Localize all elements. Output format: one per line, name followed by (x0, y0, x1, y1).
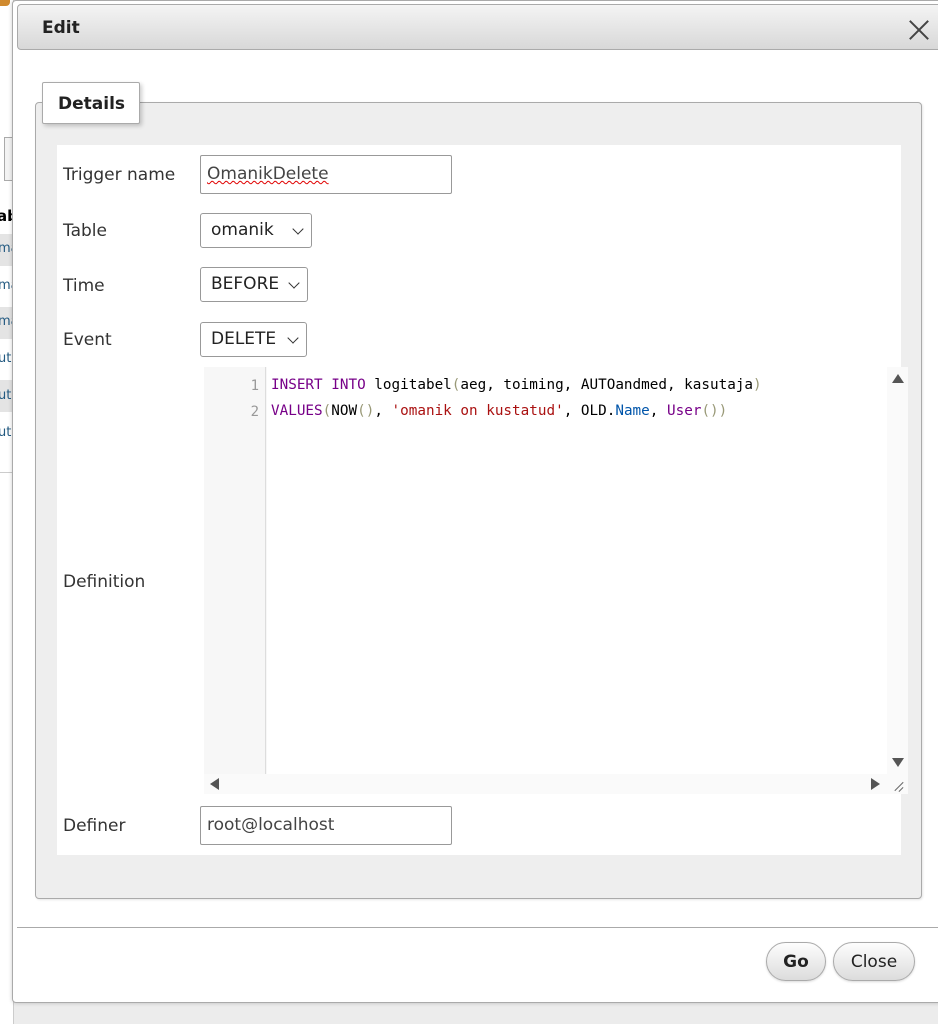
code-token: , (649, 403, 667, 419)
table-select-value: omanik (211, 220, 274, 240)
scroll-up-icon[interactable] (892, 374, 904, 383)
event-select[interactable]: DELETE (200, 322, 307, 357)
definer-label: Definer (63, 816, 126, 836)
trigger-name-value: OmanikDelete (207, 164, 329, 184)
event-label: Event (63, 330, 112, 350)
line-number: 1 (250, 378, 259, 394)
code-token: ( (322, 403, 332, 419)
code-token: ) (753, 377, 762, 393)
time-select-value: BEFORE (211, 274, 280, 294)
definition-label: Definition (63, 572, 146, 592)
background-corner (0, 0, 10, 6)
footer-divider (17, 927, 938, 928)
definition-code-editor[interactable]: 1 2 INSERT INTO logitabel ( aeg, toiming, … (204, 367, 908, 794)
code-token: , OLD. (563, 403, 616, 419)
code-token: User (667, 403, 702, 419)
code-token: logitabel (365, 377, 452, 393)
dialog-title: Edit (42, 18, 80, 38)
code-token: NOW (331, 403, 358, 419)
time-select[interactable]: BEFORE (200, 267, 308, 302)
code-token: VALUES (271, 403, 323, 419)
code-line: VALUES(NOW(), 'omanik on kustatud', OLD.… (271, 403, 727, 419)
time-label: Time (63, 276, 105, 296)
scroll-left-icon[interactable] (210, 778, 219, 790)
code-token: , (374, 403, 392, 419)
code-area[interactable]: INSERT INTO logitabel ( aeg, toiming, AUTO… (267, 367, 887, 774)
edit-dialog: Edit Details Trigger name OmanikDelete T… (12, 0, 938, 1003)
table-label: Table (63, 221, 107, 241)
code-token: INSERT (271, 377, 323, 393)
event-select-value: DELETE (211, 329, 277, 349)
trigger-form: Trigger name OmanikDelete Table omanik T… (57, 145, 908, 855)
horizontal-scrollbar[interactable] (204, 774, 908, 794)
scroll-right-icon[interactable] (871, 778, 880, 790)
trigger-name-label: Trigger name (63, 165, 176, 185)
table-select[interactable]: omanik (200, 213, 312, 248)
close-button[interactable]: Close (833, 942, 915, 981)
chevron-down-icon (288, 277, 300, 289)
trigger-name-input[interactable]: OmanikDelete (200, 155, 452, 194)
code-token: aeg, toiming, AUTOandmed, kasutaja (460, 377, 754, 393)
resize-handle-icon[interactable] (893, 781, 905, 793)
chevron-down-icon (292, 223, 304, 235)
definer-input[interactable]: root@localhost (200, 806, 452, 845)
dialog-titlebar[interactable]: Edit (17, 4, 938, 50)
code-token: Name (615, 403, 650, 419)
chevron-down-icon (287, 332, 299, 344)
code-token: 'omanik on kustatud' (391, 403, 564, 419)
line-number: 2 (250, 404, 259, 420)
code-token: ()) (701, 403, 728, 419)
go-button[interactable]: Go (766, 942, 826, 981)
code-token: INTO (331, 377, 366, 393)
vertical-scrollbar[interactable] (887, 367, 908, 774)
code-line: INSERT INTO logitabel(aeg, toiming, AUTO… (271, 377, 762, 393)
scroll-down-icon[interactable] (892, 758, 904, 767)
code-token: () (357, 403, 375, 419)
details-legend: Details (42, 82, 140, 124)
line-number-gutter: 1 2 (204, 367, 266, 774)
close-icon[interactable] (908, 19, 930, 41)
